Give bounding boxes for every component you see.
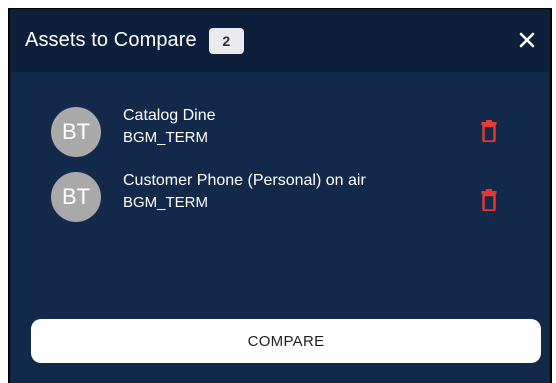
delete-asset-button[interactable]: [481, 189, 497, 212]
asset-item: BT Catalog Dine BGM_TERM: [10, 107, 550, 157]
avatar: BT: [51, 107, 101, 157]
asset-type: BGM_TERM: [123, 194, 209, 211]
avatar-initials: BT: [61, 184, 91, 209]
trash-icon: [481, 189, 497, 212]
trash-icon: [481, 120, 497, 143]
panel-title: Assets to Compare: [25, 29, 197, 51]
close-icon: [519, 32, 535, 48]
asset-type: BGM_TERM: [123, 129, 209, 146]
avatar: BT: [51, 172, 101, 222]
asset-name: Catalog Dine: [123, 107, 216, 124]
asset-name: Customer Phone (Personal) on air: [123, 172, 366, 189]
delete-asset-button[interactable]: [481, 120, 497, 143]
page: Assets to Compare 2 BT Catalog Dine BGM_…: [0, 0, 556, 383]
asset-count-badge: 2: [208, 27, 244, 54]
compare-assets-panel: Assets to Compare 2 BT Catalog Dine BGM_…: [8, 8, 552, 383]
panel-header: Assets to Compare 2: [10, 9, 550, 72]
close-button[interactable]: [516, 29, 538, 51]
compare-button[interactable]: COMPARE: [31, 319, 541, 363]
avatar-initials: BT: [61, 119, 91, 144]
asset-item: BT Customer Phone (Personal) on air BGM_…: [10, 172, 550, 222]
